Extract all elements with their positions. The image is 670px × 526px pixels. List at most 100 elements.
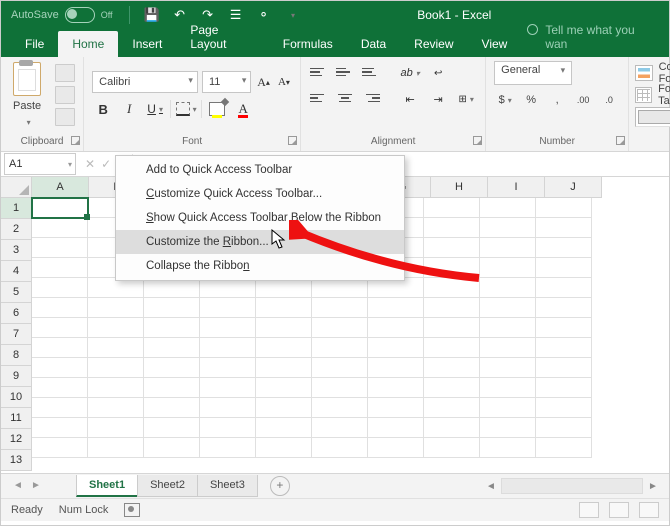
cell-I8[interactable] xyxy=(480,338,536,358)
save-icon[interactable]: 💾 xyxy=(144,7,160,23)
cell-J6[interactable] xyxy=(536,298,592,318)
decrease-indent-button[interactable]: ⇤ xyxy=(399,89,421,109)
cell-B7[interactable] xyxy=(88,318,144,338)
cell-D12[interactable] xyxy=(200,418,256,438)
wrap-text-button[interactable]: ↩ xyxy=(427,63,449,83)
cell-I7[interactable] xyxy=(480,318,536,338)
font-size-select[interactable]: 11 xyxy=(202,71,251,93)
cell-D8[interactable] xyxy=(200,338,256,358)
autosave-toggle[interactable]: AutoSave Off xyxy=(1,7,123,23)
row-header-10[interactable]: 10 xyxy=(1,387,32,408)
cell-C5[interactable] xyxy=(144,278,200,298)
cell-F7[interactable] xyxy=(312,318,368,338)
name-box[interactable]: A1 xyxy=(4,153,76,175)
italic-button[interactable]: I xyxy=(118,99,140,119)
cell-E6[interactable] xyxy=(256,298,312,318)
cell-E7[interactable] xyxy=(256,318,312,338)
cell-I1[interactable] xyxy=(480,198,536,218)
enter-formula-icon[interactable]: ✓ xyxy=(101,157,111,171)
cell-E13[interactable] xyxy=(256,438,312,458)
cell-I5[interactable] xyxy=(480,278,536,298)
cell-H11[interactable] xyxy=(424,398,480,418)
align-top-button[interactable] xyxy=(309,63,329,81)
cell-F9[interactable] xyxy=(312,358,368,378)
increase-decimal-button[interactable]: .00 xyxy=(572,91,594,109)
cell-E8[interactable] xyxy=(256,338,312,358)
cell-H6[interactable] xyxy=(424,298,480,318)
decrease-decimal-button[interactable]: .0 xyxy=(598,91,620,109)
row-header-1[interactable]: 1 xyxy=(1,198,32,219)
column-header-I[interactable]: I xyxy=(488,177,545,198)
cell-A9[interactable] xyxy=(32,358,88,378)
cell-J10[interactable] xyxy=(536,378,592,398)
row-header-2[interactable]: 2 xyxy=(1,219,32,240)
align-right-button[interactable] xyxy=(361,89,381,107)
cell-I11[interactable] xyxy=(480,398,536,418)
cell-B6[interactable] xyxy=(88,298,144,318)
cell-F12[interactable] xyxy=(312,418,368,438)
cell-H1[interactable] xyxy=(424,198,480,218)
cell-J8[interactable] xyxy=(536,338,592,358)
cell-D9[interactable] xyxy=(200,358,256,378)
cell-C11[interactable] xyxy=(144,398,200,418)
cell-E11[interactable] xyxy=(256,398,312,418)
cell-A13[interactable] xyxy=(32,438,88,458)
cell-G13[interactable] xyxy=(368,438,424,458)
fill-color-button[interactable] xyxy=(206,99,228,119)
cell-H12[interactable] xyxy=(424,418,480,438)
font-name-select[interactable]: Calibri xyxy=(92,71,198,93)
tab-home[interactable]: Home xyxy=(58,31,118,57)
tab-review[interactable]: Review xyxy=(400,31,467,57)
cell-G12[interactable] xyxy=(368,418,424,438)
cell-H9[interactable] xyxy=(424,358,480,378)
cell-E5[interactable] xyxy=(256,278,312,298)
cell-H5[interactable] xyxy=(424,278,480,298)
cut-icon[interactable] xyxy=(55,64,75,82)
cell-A2[interactable] xyxy=(32,218,88,238)
accounting-format-button[interactable]: $ xyxy=(494,91,516,109)
cell-C6[interactable] xyxy=(144,298,200,318)
context-menu-item-2[interactable]: Show Quick Access Toolbar Below the Ribb… xyxy=(116,206,404,230)
cell-B5[interactable] xyxy=(88,278,144,298)
font-dialog-launcher[interactable] xyxy=(288,136,297,145)
cell-J2[interactable] xyxy=(536,218,592,238)
sheet-nav-prev-icon[interactable]: ◄ xyxy=(11,479,25,493)
cell-J3[interactable] xyxy=(536,238,592,258)
row-header-9[interactable]: 9 xyxy=(1,366,32,387)
column-header-H[interactable]: H xyxy=(431,177,488,198)
cell-styles-button[interactable]: Cell Styles xyxy=(635,107,670,127)
cell-A7[interactable] xyxy=(32,318,88,338)
cell-F8[interactable] xyxy=(312,338,368,358)
cell-H3[interactable] xyxy=(424,238,480,258)
cell-I3[interactable] xyxy=(480,238,536,258)
bold-button[interactable]: B xyxy=(92,99,114,119)
cell-J5[interactable] xyxy=(536,278,592,298)
cell-I10[interactable] xyxy=(480,378,536,398)
cell-A4[interactable] xyxy=(32,258,88,278)
cell-H4[interactable] xyxy=(424,258,480,278)
row-header-3[interactable]: 3 xyxy=(1,240,32,261)
qat-customize-icon[interactable] xyxy=(284,7,300,23)
cancel-formula-icon[interactable]: ✕ xyxy=(85,157,95,171)
cell-B8[interactable] xyxy=(88,338,144,358)
cell-F13[interactable] xyxy=(312,438,368,458)
cell-E10[interactable] xyxy=(256,378,312,398)
sheet-tab-Sheet1[interactable]: Sheet1 xyxy=(76,475,138,497)
clipboard-dialog-launcher[interactable] xyxy=(71,136,80,145)
row-header-12[interactable]: 12 xyxy=(1,429,32,450)
cell-B10[interactable] xyxy=(88,378,144,398)
row-header-8[interactable]: 8 xyxy=(1,345,32,366)
cell-G8[interactable] xyxy=(368,338,424,358)
cell-A11[interactable] xyxy=(32,398,88,418)
cell-F5[interactable] xyxy=(312,278,368,298)
cell-C13[interactable] xyxy=(144,438,200,458)
cell-D10[interactable] xyxy=(200,378,256,398)
cell-B9[interactable] xyxy=(88,358,144,378)
cell-D6[interactable] xyxy=(200,298,256,318)
cell-A1[interactable] xyxy=(32,198,88,218)
cell-B12[interactable] xyxy=(88,418,144,438)
cell-I2[interactable] xyxy=(480,218,536,238)
column-header-J[interactable]: J xyxy=(545,177,602,198)
cell-J4[interactable] xyxy=(536,258,592,278)
cell-F10[interactable] xyxy=(312,378,368,398)
